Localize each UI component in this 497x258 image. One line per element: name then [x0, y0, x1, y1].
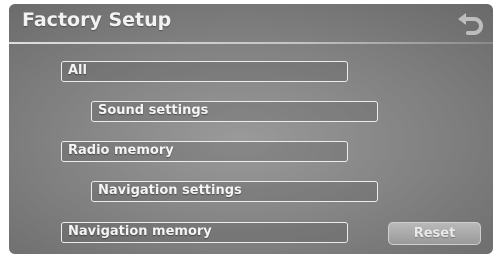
radio-memory-button[interactable]: Radio memory	[61, 141, 348, 162]
back-button[interactable]	[455, 10, 485, 36]
navigation-memory-button[interactable]: Navigation memory	[61, 222, 348, 243]
title-divider	[9, 42, 493, 44]
all-button[interactable]: All	[61, 61, 348, 82]
factory-setup-screen: Factory Setup All Sound settings Radio m…	[9, 4, 493, 254]
u-turn-back-icon	[458, 13, 483, 35]
navigation-settings-button[interactable]: Navigation settings	[91, 181, 378, 202]
sound-settings-button[interactable]: Sound settings	[91, 101, 378, 122]
page-title: Factory Setup	[22, 9, 172, 31]
reset-button[interactable]: Reset	[388, 222, 481, 245]
